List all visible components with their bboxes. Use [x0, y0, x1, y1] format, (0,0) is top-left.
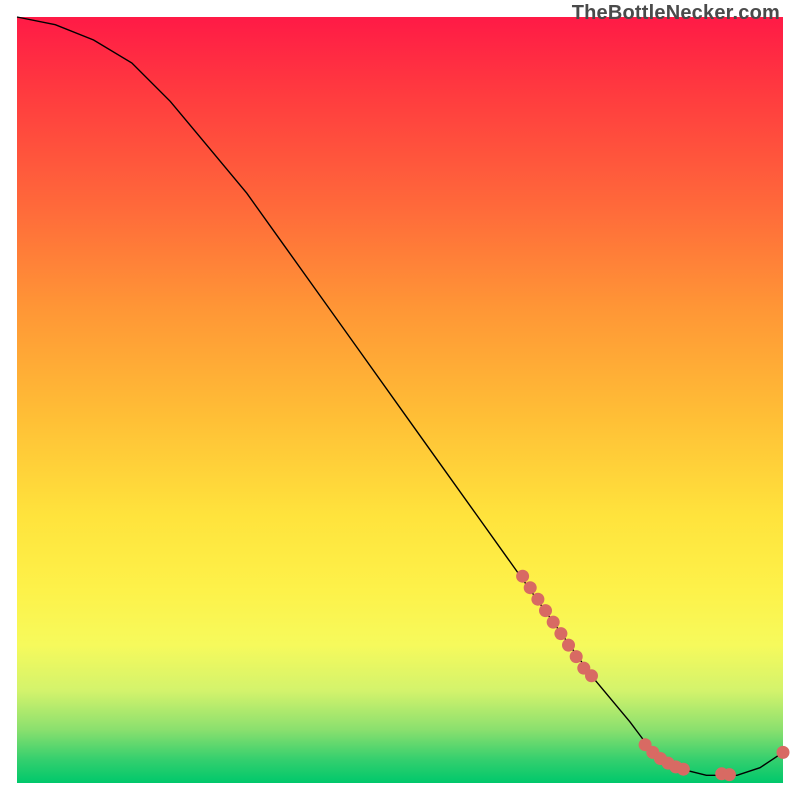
highlight-point — [547, 616, 560, 629]
watermark-text: TheBottleNecker.com — [572, 2, 780, 25]
curve-svg — [17, 17, 783, 783]
highlight-point — [585, 669, 598, 682]
plot-area — [17, 17, 783, 783]
highlight-point — [531, 593, 544, 606]
highlight-point — [677, 763, 690, 776]
highlight-point — [516, 570, 529, 583]
highlight-point — [554, 627, 567, 640]
highlight-point — [539, 604, 552, 617]
highlight-point — [562, 639, 575, 652]
bottleneck-curve — [17, 17, 783, 775]
chart-container: TheBottleNecker.com — [0, 0, 800, 800]
highlight-point — [570, 650, 583, 663]
highlight-point — [723, 768, 736, 781]
scatter-group — [516, 570, 789, 781]
highlight-point — [777, 746, 790, 759]
highlight-point — [524, 581, 537, 594]
